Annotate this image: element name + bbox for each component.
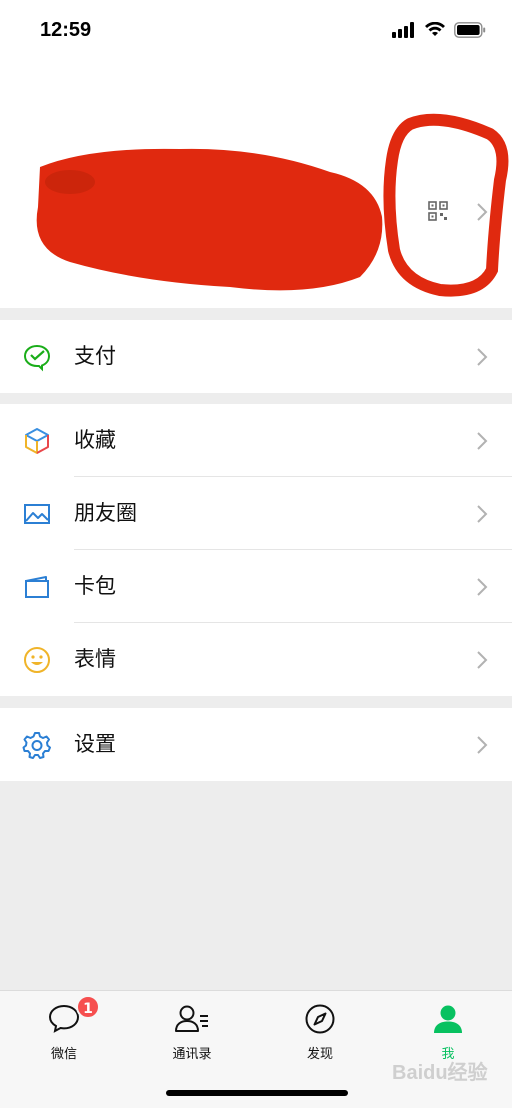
person-icon bbox=[432, 1003, 464, 1039]
menu-item-label: 收藏 bbox=[74, 428, 116, 452]
tab-label: 发现 bbox=[306, 1047, 333, 1062]
wifi-icon bbox=[425, 22, 445, 36]
watermark: Baidu经验 bbox=[392, 1062, 488, 1084]
status-bar: 12:59 bbox=[0, 0, 512, 62]
menu-item-stickers[interactable]: 表情 bbox=[0, 623, 512, 696]
unread-badge: 1 bbox=[76, 995, 100, 1019]
menu-item-label: 朋友圈 bbox=[74, 501, 137, 525]
moments-image-icon bbox=[22, 499, 52, 529]
gear-icon bbox=[22, 730, 52, 760]
chevron-right-icon bbox=[476, 431, 488, 455]
section-settings: 设置 bbox=[0, 708, 512, 781]
chevron-right-icon bbox=[476, 504, 488, 528]
tab-label: 微信 bbox=[50, 1047, 77, 1062]
menu-item-label: 支付 bbox=[74, 344, 116, 368]
menu-item-label: 设置 bbox=[74, 732, 116, 756]
status-icons bbox=[392, 22, 486, 38]
menu-item-moments[interactable]: 朋友圈 bbox=[0, 477, 512, 550]
card-wallet-icon bbox=[22, 572, 52, 602]
menu-item-settings[interactable]: 设置 bbox=[0, 708, 512, 781]
tab-me[interactable]: 我 bbox=[384, 1001, 512, 1062]
profile-header[interactable] bbox=[0, 62, 512, 308]
tab-label: 通讯录 bbox=[172, 1047, 212, 1062]
tab-chats[interactable]: 1 微信 bbox=[0, 995, 128, 1062]
section-pay: 支付 bbox=[0, 320, 512, 393]
home-indicator bbox=[166, 1090, 348, 1096]
tab-contacts[interactable]: 通讯录 bbox=[128, 1001, 256, 1062]
qr-code-icon[interactable] bbox=[428, 201, 448, 225]
status-time: 12:59 bbox=[40, 19, 92, 41]
pay-icon bbox=[22, 342, 52, 372]
menu-item-favorites[interactable]: 收藏 bbox=[0, 404, 512, 477]
contacts-person-icon bbox=[174, 1003, 210, 1037]
chevron-right-icon bbox=[476, 735, 488, 759]
menu-item-label: 卡包 bbox=[74, 574, 116, 598]
tab-discover[interactable]: 发现 bbox=[256, 1001, 384, 1062]
smiley-face-icon bbox=[22, 645, 52, 675]
chevron-right-icon bbox=[476, 347, 488, 371]
favorites-cube-icon bbox=[22, 426, 52, 456]
chevron-right-icon bbox=[476, 202, 488, 226]
menu-item-pay[interactable]: 支付 bbox=[0, 320, 512, 393]
menu-item-cards[interactable]: 卡包 bbox=[0, 550, 512, 623]
signal-icon bbox=[392, 22, 414, 38]
menu-item-label: 表情 bbox=[74, 647, 116, 671]
battery-icon bbox=[454, 22, 486, 38]
compass-icon bbox=[304, 1003, 336, 1039]
chevron-right-icon bbox=[476, 577, 488, 601]
redaction-mark bbox=[36, 148, 383, 291]
section-main: 收藏 朋友圈 卡包 表情 bbox=[0, 404, 512, 696]
chevron-right-icon bbox=[476, 650, 488, 674]
